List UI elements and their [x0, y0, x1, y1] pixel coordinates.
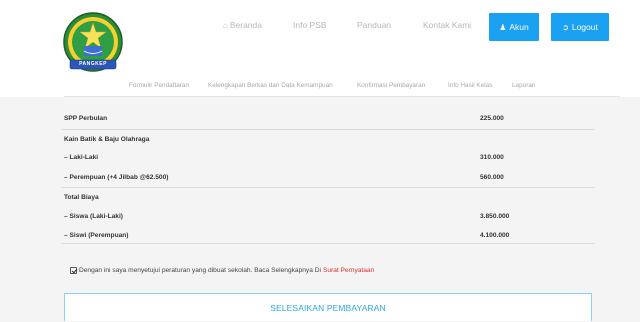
agreement-text: Dengan ini saya menyetujui peraturan yan… — [79, 267, 321, 274]
fee-label: – Siswi (Perempuan) — [64, 232, 129, 239]
logo-ribbon-text: PANGKEP — [79, 61, 107, 67]
tab-konfirmasi-pembayaran[interactable]: Konfirmasi Pembayaran — [357, 82, 425, 89]
selesaikan-pembayaran-button[interactable]: SELESAIKAN PEMBAYARAN — [64, 293, 592, 321]
table-row: – Perempuan (+4 Jilbab @62.500) 560.000 — [62, 168, 594, 188]
fee-label: Total Biaya — [64, 194, 99, 201]
table-row: Kain Batik & Baju Olahraga — [62, 128, 594, 149]
step-tabs: Formulir Pendaftaran Kelengkapan Berkas … — [0, 82, 640, 96]
tab-info-hasil-kelas[interactable]: Info Hasil Kelas — [448, 82, 492, 89]
tab-laporan[interactable]: Laporan — [512, 82, 535, 89]
nav-panduan-label: Panduan — [357, 20, 392, 30]
table-row: – Siswa (Laki-Laki) 3.850.000 — [62, 207, 594, 227]
nav-kontak-kami-label: Kontak Kami — [423, 20, 472, 30]
logout-icon: ➲ — [562, 22, 569, 32]
tab-formulir-pendaftaran[interactable]: Formulir Pendaftaran — [129, 82, 189, 89]
fee-value: 225.000 — [480, 115, 504, 122]
table-bottom-divider — [62, 243, 594, 244]
fee-value: 3.850.000 — [480, 212, 510, 220]
tab-kelengkapan-berkas[interactable]: Kelengkapan Berkas dan Data Kemampuan — [208, 82, 333, 89]
nav-kontak-kami[interactable]: Kontak Kami — [423, 20, 471, 30]
nav-info-psb[interactable]: Info PSB — [293, 20, 327, 30]
table-row: Total Biaya — [62, 187, 594, 207]
payment-content: SPP Perbulan 225.000 Kain Batik & Baju O… — [0, 97, 640, 322]
nav-beranda-label: Beranda — [229, 20, 262, 30]
fee-value: 4.100.000 — [480, 232, 510, 239]
fee-value: 310.000 — [480, 154, 504, 161]
fee-table: SPP Perbulan 225.000 Kain Batik & Baju O… — [62, 109, 594, 246]
fee-label: SPP Perbulan — [64, 115, 108, 122]
school-logo[interactable]: PANGKEP — [60, 10, 126, 76]
home-icon: ⌂ — [223, 21, 228, 30]
table-row: – Laki-Laki 310.000 — [62, 148, 594, 168]
user-icon: ♟ — [499, 22, 507, 32]
logout-button-label: Logout — [571, 22, 598, 32]
fee-label: – Siswa (Laki-Laki) — [64, 212, 123, 220]
fee-label: Kain Batik & Baju Olahraga — [64, 135, 150, 143]
agreement-checkbox[interactable] — [70, 267, 77, 274]
surat-pernyataan-link[interactable]: Surat Pernyataan — [323, 267, 374, 274]
agreement-row: Dengan ini saya menyetujui peraturan yan… — [70, 267, 374, 274]
table-row: SPP Perbulan 225.000 — [62, 109, 594, 129]
site-header: PANGKEP ⌂ Beranda Info PSB Panduan Kontak… — [0, 0, 640, 82]
fee-label: – Laki-Laki — [64, 154, 99, 161]
selesaikan-pembayaran-label: SELESAIKAN PEMBAYARAN — [270, 302, 386, 313]
fee-value: 560.000 — [480, 173, 504, 181]
logout-button[interactable]: ➲ Logout — [551, 13, 609, 41]
akun-button-label: Akun — [509, 22, 529, 32]
nav-beranda[interactable]: ⌂ Beranda — [223, 20, 262, 30]
nav-panduan[interactable]: Panduan — [357, 20, 391, 30]
akun-button[interactable]: ♟ Akun — [489, 13, 539, 41]
fee-label: – Perempuan (+4 Jilbab @62.500) — [64, 173, 169, 181]
nav-info-psb-label: Info PSB — [293, 20, 327, 30]
